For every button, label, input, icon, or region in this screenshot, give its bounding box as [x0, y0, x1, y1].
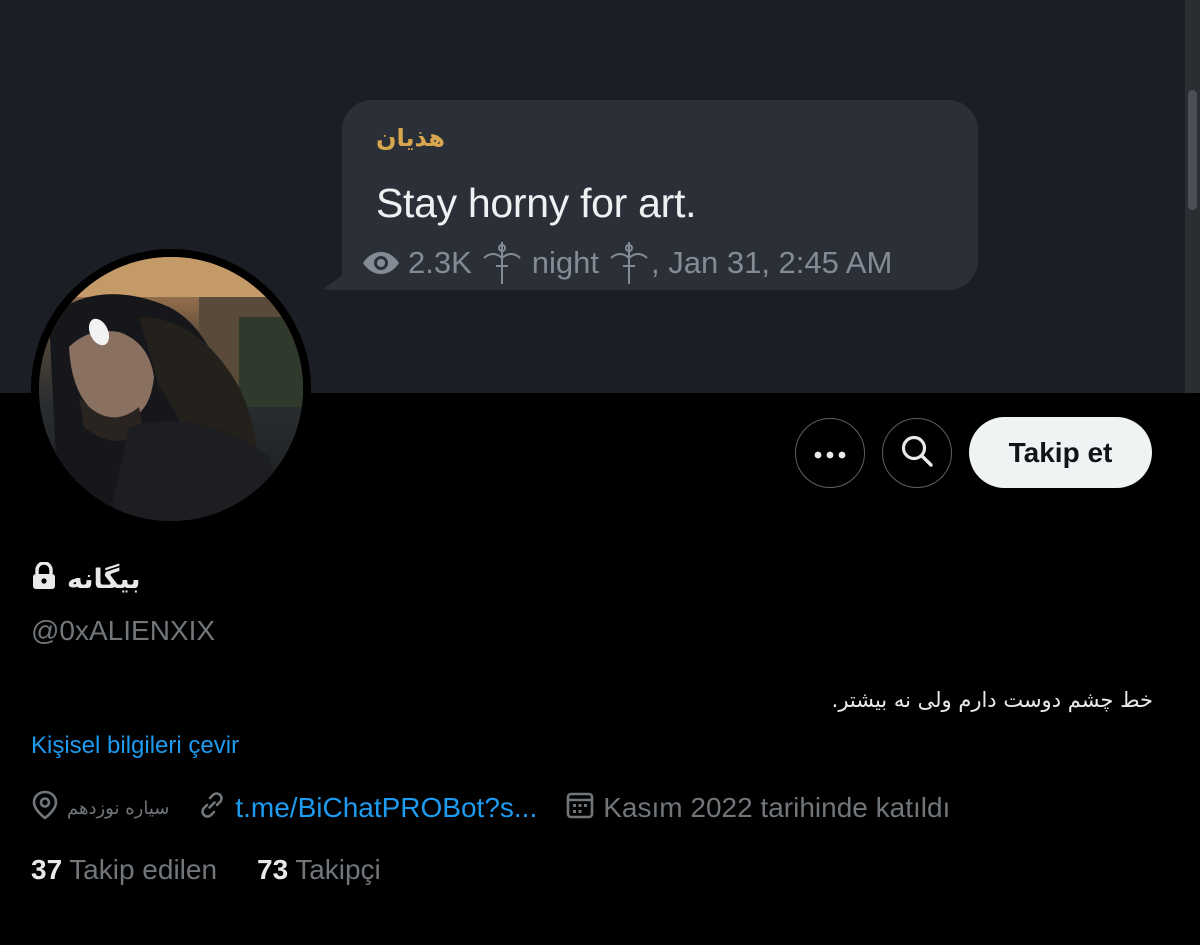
more-options-button[interactable]	[795, 418, 865, 488]
location-pin-icon	[31, 790, 59, 827]
profile-bio: خط چشم دوست دارم ولی نه بیشتر.	[831, 688, 1153, 712]
avatar[interactable]	[31, 249, 311, 529]
signature-text: night	[531, 245, 600, 280]
following-count: 37	[31, 854, 63, 885]
profile-page: هذیان Stay horny for art. 2.3K night , J…	[0, 0, 1200, 945]
message-meta: 2.3K night , Jan 31, 2:45 AM	[362, 240, 892, 286]
profile-meta-row: سیاره نوزدهم t.me/BiChatPROBot?s... Kası…	[31, 786, 978, 830]
website-link[interactable]: t.me/BiChatPROBot?s...	[235, 792, 537, 824]
calendar-icon	[565, 790, 595, 827]
link-icon	[197, 790, 227, 827]
joined-item: Kasım 2022 tarihinde katıldı	[565, 790, 950, 827]
joined-date: Kasım 2022 tarihinde katıldı	[603, 792, 951, 823]
search-icon	[900, 434, 934, 472]
website-item: t.me/BiChatPROBot?s...	[197, 790, 537, 827]
following-stat[interactable]: 37 Takip edilen	[31, 854, 217, 886]
display-name: بیگانه	[67, 564, 141, 595]
message-sender: هذیان	[376, 124, 446, 152]
banner-scrollbar-thumb[interactable]	[1188, 90, 1197, 210]
location-item: سیاره نوزدهم	[31, 790, 169, 827]
follow-button[interactable]: Takip et	[969, 417, 1152, 488]
followers-stat[interactable]: 73 Takipçi	[257, 854, 381, 886]
followers-count: 73	[257, 854, 289, 885]
eye-icon	[362, 250, 400, 276]
message-date: , Jan 31, 2:45 AM	[651, 245, 893, 280]
more-dots-icon	[814, 444, 846, 463]
follow-stats: 37 Takip edilen 73 Takipçi	[31, 850, 421, 890]
ornament-icon	[480, 240, 524, 286]
translate-bio-link[interactable]: Kişisel bilgileri çevir	[31, 732, 239, 760]
view-count: 2.3K	[408, 245, 472, 280]
lock-icon	[31, 561, 57, 597]
display-name-row: بیگانه	[31, 561, 141, 597]
search-profile-button[interactable]	[882, 418, 952, 488]
ornament-icon	[607, 240, 651, 286]
location-text: سیاره نوزدهم	[67, 797, 170, 819]
message-text: Stay horny for art.	[376, 180, 697, 226]
avatar-photo	[39, 257, 303, 521]
user-handle: @0xALIENXIX	[31, 615, 216, 646]
followers-label: Takipçi	[295, 854, 381, 885]
following-label: Takip edilen	[69, 854, 218, 885]
